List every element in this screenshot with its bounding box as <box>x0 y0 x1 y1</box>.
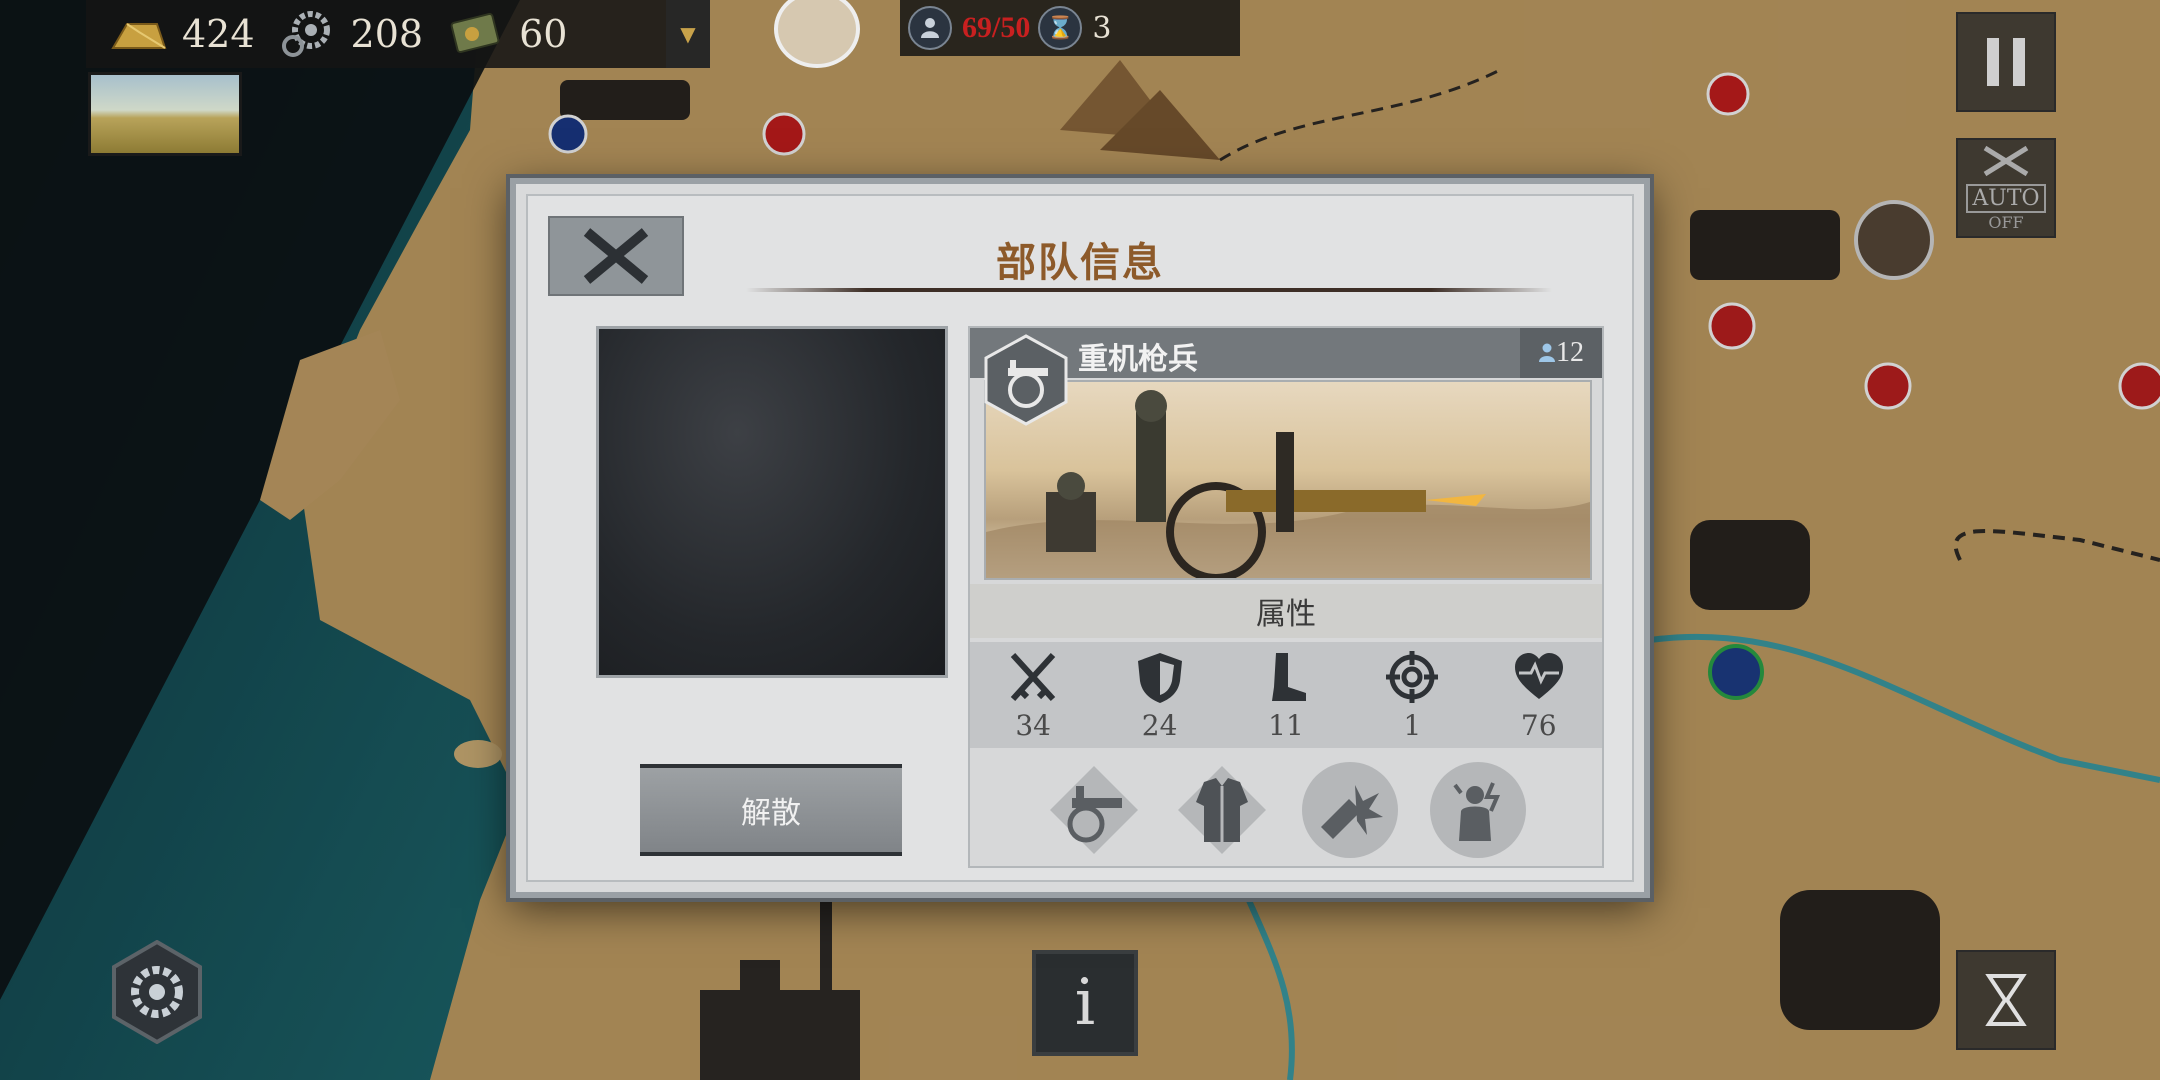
stat-value: 34 <box>1015 708 1051 742</box>
dialog-panel: 部队信息 解散 重机枪兵 12 属性 34 24 11 1 76 <box>526 194 1634 882</box>
morale-shock-skill-icon[interactable] <box>1430 762 1526 858</box>
unit-count-value: 12 <box>1556 337 1584 368</box>
crossed-swords-icon <box>1983 145 2029 177</box>
dialog-title: 部队信息 <box>996 239 1164 286</box>
stat-value: 24 <box>1141 708 1178 742</box>
machine-gun-skill-icon[interactable] <box>1046 762 1142 858</box>
medal-value: 60 <box>519 12 568 56</box>
industry-gear-icon <box>277 10 337 58</box>
movement-boot-icon <box>1271 652 1306 701</box>
general-portrait-slot[interactable] <box>596 326 948 678</box>
stat-value: 76 <box>1520 708 1557 742</box>
hourglass-value: 3 <box>1092 10 1112 46</box>
disband-button[interactable]: 解散 <box>640 764 902 856</box>
stat-value: 11 <box>1268 708 1304 742</box>
command-value: 69/50 <box>962 11 1031 44</box>
unit-name: 重机枪兵 <box>1078 342 1198 377</box>
resource-gold: 424 <box>108 10 255 58</box>
auto-state: OFF <box>1988 213 2024 232</box>
gold-icon <box>108 10 168 58</box>
stats-row: 34 24 11 1 76 <box>970 642 1602 748</box>
settings-button[interactable] <box>110 939 204 1045</box>
skills-row <box>970 754 1602 866</box>
auto-label: AUTO <box>1966 184 2046 213</box>
end-turn-button[interactable] <box>1956 950 2056 1050</box>
stat-value: 1 <box>1403 708 1422 742</box>
pause-button[interactable] <box>1956 12 2056 112</box>
heavy-machine-gun-type-icon <box>984 334 1068 426</box>
hourglass-icon <box>1985 974 2027 1026</box>
title-divider <box>746 288 1552 292</box>
stat-range: 1 <box>1362 649 1462 742</box>
resource-bar: 424 208 60 ▼ <box>86 0 710 68</box>
resource-industry: 208 <box>277 10 424 58</box>
unit-count: 12 <box>1520 328 1602 378</box>
explosive-shell-skill-icon[interactable] <box>1302 762 1398 858</box>
auto-battle-button[interactable]: AUTO OFF <box>1956 138 2056 238</box>
general-icon <box>908 6 952 50</box>
gold-value: 424 <box>182 12 255 56</box>
unit-artwork <box>984 380 1592 580</box>
armor-jacket-skill-icon[interactable] <box>1174 762 1270 858</box>
attack-swords-icon <box>1010 652 1056 701</box>
stat-defense: 24 <box>1110 649 1210 742</box>
range-crosshair-icon <box>1386 650 1439 703</box>
soldier-count-icon <box>1539 343 1555 362</box>
hourglass-icon: ⌛ <box>1038 6 1083 50</box>
stat-movement: 11 <box>1236 649 1336 742</box>
medal-icon <box>445 10 505 58</box>
stat-health: 76 <box>1489 649 1589 742</box>
resource-medal: 60 <box>445 10 567 58</box>
health-heart-icon <box>1514 652 1563 699</box>
stat-attack: 34 <box>983 649 1083 742</box>
defense-shield-icon <box>1137 652 1182 703</box>
unit-card: 重机枪兵 12 属性 34 24 11 1 76 <box>968 326 1604 868</box>
industry-value: 208 <box>350 12 424 56</box>
resource-dropdown-button[interactable]: ▼ <box>666 0 710 68</box>
info-button[interactable]: i <box>1032 950 1138 1056</box>
unit-info-dialog: 部队信息 解散 重机枪兵 12 属性 34 24 11 1 76 <box>510 178 1650 898</box>
settings-gear-wrench-icon <box>112 939 202 1045</box>
attributes-header: 属性 <box>970 584 1602 638</box>
minimap-thumbnail[interactable] <box>88 72 242 156</box>
status-bar: 69/50 ⌛ 3 <box>900 0 1240 56</box>
